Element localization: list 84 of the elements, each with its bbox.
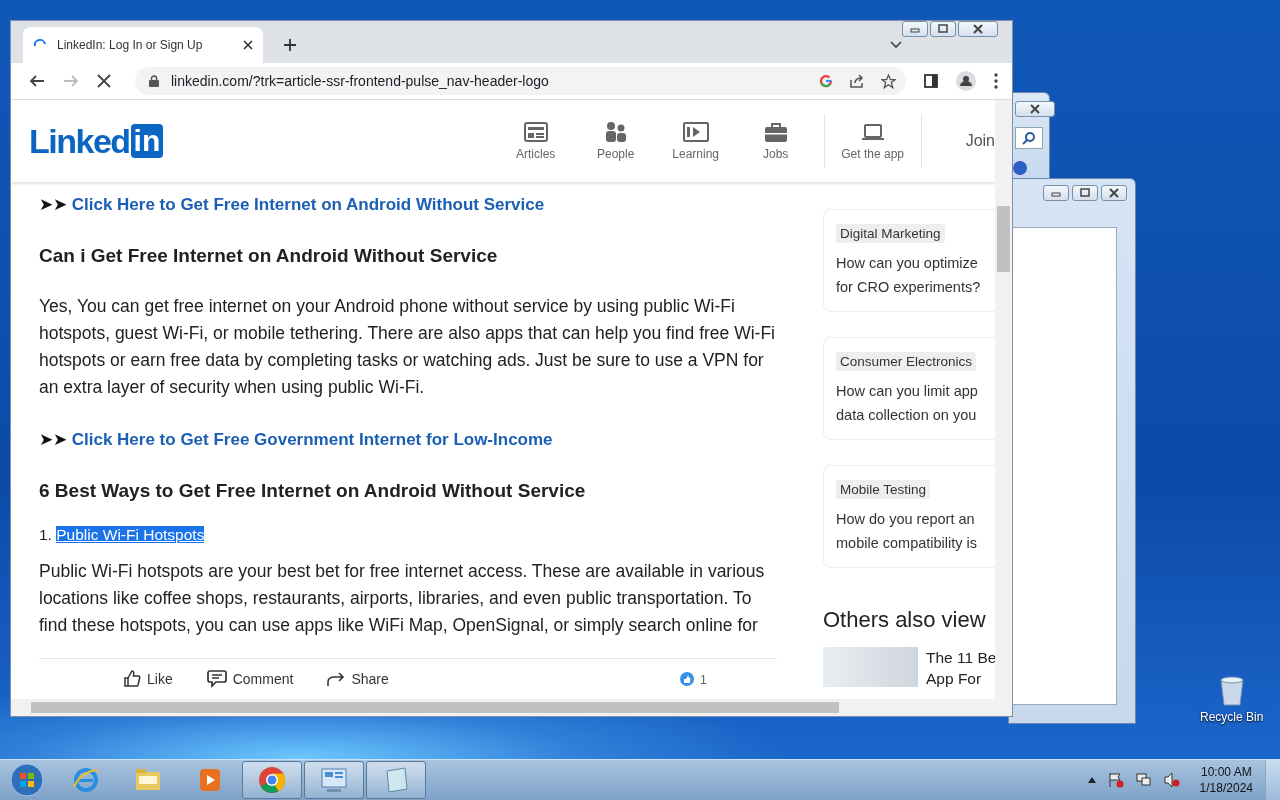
browser-icon <box>257 765 287 795</box>
nav-link[interactable]: Get the app <box>832 121 913 161</box>
tab-list-icon[interactable] <box>890 41 902 49</box>
linkedin-logo[interactable]: Linkedin <box>29 121 164 161</box>
nav-link[interactable]: Jobs <box>735 121 816 161</box>
close-button[interactable] <box>1101 185 1127 201</box>
stop-icon[interactable] <box>97 74 111 88</box>
new-tab-icon[interactable] <box>283 38 297 52</box>
volume-icon[interactable] <box>1163 772 1180 788</box>
newspaper-icon <box>522 121 549 143</box>
close-tab-icon[interactable] <box>243 40 253 50</box>
paragraph: Yes, You can get free internet on your Android phone without service by using public Wi-Fi hotspots, guest Wi-Fi, or mobile tethering. There are also apps that can help you find free Wi-Fi hotspots or earn free data by completing tasks or watching ads. Just be sure to use a VPN for an extra layer of security when using public Wi-Fi. <box>39 295 776 399</box>
list-number: 1. <box>39 526 52 543</box>
address-bar[interactable]: linkedin.com/?trk=article-ssr-frontend-pulse_nav-header-logo <box>135 67 906 95</box>
search-button[interactable] <box>1015 127 1043 149</box>
article-link[interactable]: Click Here to Get Free Internet on Android Without Service <box>71 195 545 214</box>
close-button[interactable] <box>958 21 998 37</box>
show-hidden-icons-icon[interactable] <box>1087 777 1096 783</box>
maximize-button[interactable] <box>1072 185 1098 201</box>
menu-icon[interactable] <box>994 73 998 89</box>
minimize-icon <box>1050 189 1062 197</box>
topic-tag: Mobile Testing <box>836 480 931 499</box>
monitor-icon <box>319 765 349 795</box>
taskbar-app[interactable] <box>304 761 364 799</box>
minimize-icon <box>909 25 921 33</box>
thumbs-up-icon <box>123 670 141 688</box>
like-reaction-icon <box>679 672 694 686</box>
close-icon <box>1107 188 1121 198</box>
article-link[interactable]: Click Here to Get Free Government Internet for Low-Income <box>71 430 553 449</box>
topic-tag: Consumer Electronics <box>836 352 977 371</box>
recycle-bin-shortcut[interactable]: Recycle Bin <box>1200 676 1264 724</box>
nav-link[interactable]: Articles <box>495 121 576 161</box>
vertical-scrollbar[interactable] <box>995 100 1012 699</box>
maximize-icon <box>937 24 949 34</box>
windows-logo-icon <box>10 763 44 797</box>
question-text: How can you optimize for CRO experiments? <box>836 254 982 297</box>
like-button[interactable]: Like <box>123 670 173 688</box>
close-icon <box>971 24 985 34</box>
speech-bubble-icon <box>206 670 227 688</box>
arrow-marker: ➤➤ <box>39 430 67 449</box>
list-item-title: Public Wi-Fi Hotspots <box>56 526 205 543</box>
close-icon <box>1028 104 1042 114</box>
share-arrow-icon <box>327 671 346 687</box>
briefcase-icon <box>762 121 789 143</box>
search-icon <box>1022 131 1036 145</box>
arrow-marker: ➤➤ <box>39 195 67 214</box>
network-icon[interactable] <box>1135 772 1152 788</box>
taskbar-app[interactable] <box>242 761 302 799</box>
google-icon[interactable] <box>819 74 833 88</box>
taskbar-app[interactable] <box>366 761 426 799</box>
e-logo-icon <box>71 765 101 795</box>
desktop-icon-label: Recycle Bin <box>1200 710 1264 724</box>
side-panel-icon[interactable] <box>924 74 938 88</box>
browser-tab[interactable]: LinkedIn: Log In or Sign Up <box>23 27 263 63</box>
section-heading: 6 Best Ways to Get Free Internet on Android Without Service <box>39 480 587 502</box>
star-icon[interactable] <box>881 73 896 89</box>
share-button[interactable]: Share <box>327 671 389 687</box>
back-icon[interactable] <box>29 73 45 89</box>
clock[interactable]: 10:00 AM 1/18/2024 <box>1199 764 1253 796</box>
share-icon[interactable] <box>849 74 865 88</box>
horizontal-scrollbar[interactable] <box>11 699 1012 716</box>
minimize-button[interactable] <box>1043 185 1069 201</box>
paragraph: Public Wi-Fi hotspots are your best bet for free internet access. These are available in various locations like coffee shops, restaurants, airports, libraries, and even public transportation. To find these hotspots, you can use apps like WiFi Map, OpenSignal, or simply search online for <box>39 560 766 637</box>
maximize-icon <box>1079 188 1091 198</box>
tab-title: LinkedIn: Log In or Sign Up <box>57 38 204 52</box>
recycle-bin-icon <box>1218 676 1245 706</box>
laptop-icon <box>859 121 886 143</box>
profile-icon[interactable] <box>956 71 976 91</box>
reaction-count[interactable]: 1 <box>699 671 707 687</box>
lock-icon <box>149 75 159 87</box>
section-heading: Can i Get Free Internet on Android Without Service <box>39 245 499 267</box>
video-icon <box>682 121 709 143</box>
section-heading: Others also view <box>823 607 987 633</box>
topic-tag: Digital Marketing <box>836 224 945 243</box>
join-link[interactable]: Join <box>929 114 995 168</box>
nav-link[interactable]: People <box>575 121 656 161</box>
maximize-button[interactable] <box>930 21 956 37</box>
article-title[interactable]: The 11 Be App For <box>926 647 995 689</box>
close-button[interactable] <box>1015 101 1055 117</box>
flag-icon[interactable] <box>1107 772 1124 788</box>
question-text: How can you limit app data collection on you <box>836 382 979 425</box>
nav-link[interactable]: Learning <box>655 121 736 161</box>
question-text: How do you report an mobile compatibility is <box>836 510 979 553</box>
comment-button[interactable]: Comment <box>206 670 294 688</box>
